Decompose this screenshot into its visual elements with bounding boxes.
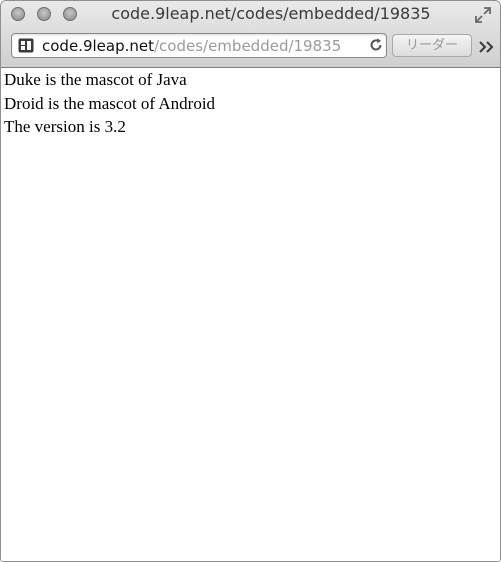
output-line: Droid is the mascot of Android bbox=[4, 94, 216, 113]
close-window-button[interactable] bbox=[11, 7, 25, 21]
output-line: The version is 3.2 bbox=[4, 117, 126, 136]
zoom-window-button[interactable] bbox=[63, 7, 77, 21]
chevron-double-right-icon[interactable] bbox=[478, 39, 496, 55]
page-content: Duke is the mascot of Java Droid is the … bbox=[1, 68, 500, 561]
title-bar: code.9leap.net/codes/embedded/19835 code… bbox=[1, 1, 500, 68]
browser-window: code.9leap.net/codes/embedded/19835 code… bbox=[0, 0, 501, 562]
output-line: Duke is the mascot of Java bbox=[4, 70, 187, 89]
url-text[interactable]: code.9leap.net/codes/embedded/19835 bbox=[42, 37, 341, 55]
window-title: code.9leap.net/codes/embedded/19835 bbox=[111, 4, 431, 23]
address-bar[interactable]: code.9leap.net/codes/embedded/19835 bbox=[11, 33, 387, 58]
url-host: code.9leap.net bbox=[42, 37, 154, 55]
site-favicon-icon bbox=[18, 38, 34, 53]
fullscreen-icon[interactable] bbox=[474, 6, 492, 24]
reload-icon[interactable] bbox=[368, 37, 384, 53]
minimize-window-button[interactable] bbox=[37, 7, 51, 21]
reader-button[interactable]: リーダー bbox=[392, 34, 472, 57]
url-path: /codes/embedded/19835 bbox=[153, 37, 342, 55]
